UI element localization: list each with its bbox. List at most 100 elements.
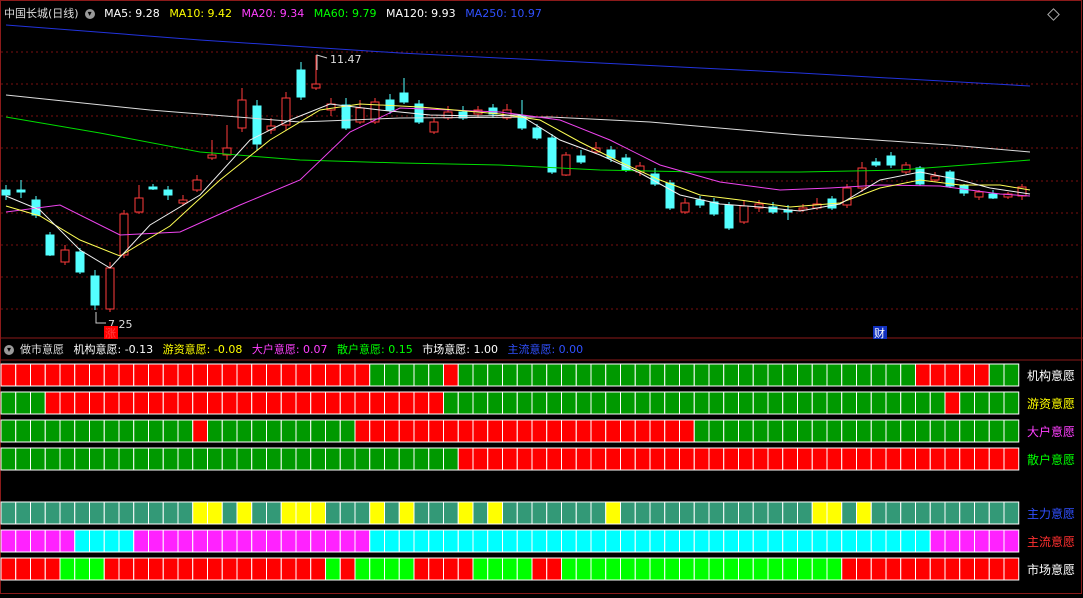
grid-cell [472,447,489,471]
grid-cell [354,557,371,581]
grid-cell [310,529,326,553]
grid-cell [693,557,710,581]
chevron-down-icon[interactable]: ▾ [84,9,95,19]
grid-cell [221,391,238,415]
grid-cell [797,363,813,387]
grid-cell [649,391,666,415]
grid-cell [885,501,902,525]
grid-cell [487,529,503,553]
grid-cell [44,391,61,415]
stock-title: 中国长城(日线) [4,7,79,20]
grid-cell [295,363,312,387]
grid-cell [723,391,739,415]
grid-cell [0,391,17,415]
grid-cell [280,529,297,553]
grid-cell [575,529,592,553]
grid-cell [103,363,120,387]
grid-cell [841,529,857,553]
chart-canvas[interactable]: 11.477.25涨 财机构意愿游资意愿大户意愿散户意愿主力意愿主流意愿市场意愿 [0,0,1083,594]
grid-cell [89,419,105,443]
grid-cell [531,501,548,525]
grid-cell [974,391,990,415]
ma5-label: MA5: 9.28 [104,7,160,20]
grid-cell [89,447,105,471]
grid-cell [30,529,46,553]
grid-cell [89,391,105,415]
grid-cell [133,363,149,387]
grid-cell [649,363,666,387]
grid-cell [782,419,798,443]
grid-cell [148,557,164,581]
grid-cell [590,501,607,525]
grid-cell [413,557,430,581]
grid-cell [325,391,341,415]
grid-cell [487,419,503,443]
grid-cell [148,419,164,443]
grid-cell [118,391,135,415]
grid-cell [767,501,784,525]
grid-cell [841,557,857,581]
grid-cell [856,557,872,581]
grid-cell [723,501,739,525]
grid-cell [89,501,105,525]
grid-cell [590,419,607,443]
grid-cell [133,419,149,443]
event-marker[interactable]: 财 [874,326,885,340]
grid-cell [443,419,459,443]
grid-cell [310,557,326,581]
grid-cell [428,501,444,525]
grid-cell [870,363,887,387]
grid-cell [413,529,430,553]
grid-cell [413,501,430,525]
grid-cell [384,501,400,525]
grid-cell [634,363,651,387]
grid-cell [929,557,946,581]
grid-cell [310,447,326,471]
indicator-value-6: 主流意愿: 0.00 [507,343,584,356]
grid-cell [30,501,46,525]
grid-cell [679,501,695,525]
grid-cell [679,447,695,471]
event-marker[interactable]: 涨 [105,327,116,340]
grid-cell [988,501,1005,525]
grid-cell [929,419,946,443]
grid-cell [443,529,459,553]
grid-cell [428,557,444,581]
grid-cell [354,419,371,443]
grid-cell [575,419,592,443]
grid-cell [443,447,459,471]
grid-cell [251,557,267,581]
grid-cell [384,419,400,443]
grid-cell [811,557,828,581]
grid-cell [74,419,90,443]
grid-cell [15,557,31,581]
grid-cell [0,447,17,471]
grid-cell [59,391,76,415]
candle [429,121,439,133]
grid-cell [634,557,651,581]
candle [606,149,616,159]
ma10-label: MA10: 9.42 [169,7,233,20]
grid-cell [974,501,990,525]
grid-cell [516,557,533,581]
grid-cell [841,447,857,471]
grid-cell [856,501,872,525]
grid-cell [531,447,548,471]
grid-cell [280,501,297,525]
grid-cell [620,557,636,581]
grid-cell [74,363,90,387]
grid-cell [398,363,415,387]
grid-cell [1003,391,1020,415]
grid-cell [811,419,828,443]
grid-cell [502,447,518,471]
grid-cell [487,447,503,471]
grid-cell [693,363,710,387]
grid-cell [118,363,135,387]
chevron-down-icon[interactable]: ▾ [4,345,14,355]
low-pointer [95,312,106,324]
grid-cell [89,529,105,553]
grid-cell [944,447,961,471]
candle [60,249,70,263]
candle [192,179,202,191]
grid-cell [384,391,400,415]
